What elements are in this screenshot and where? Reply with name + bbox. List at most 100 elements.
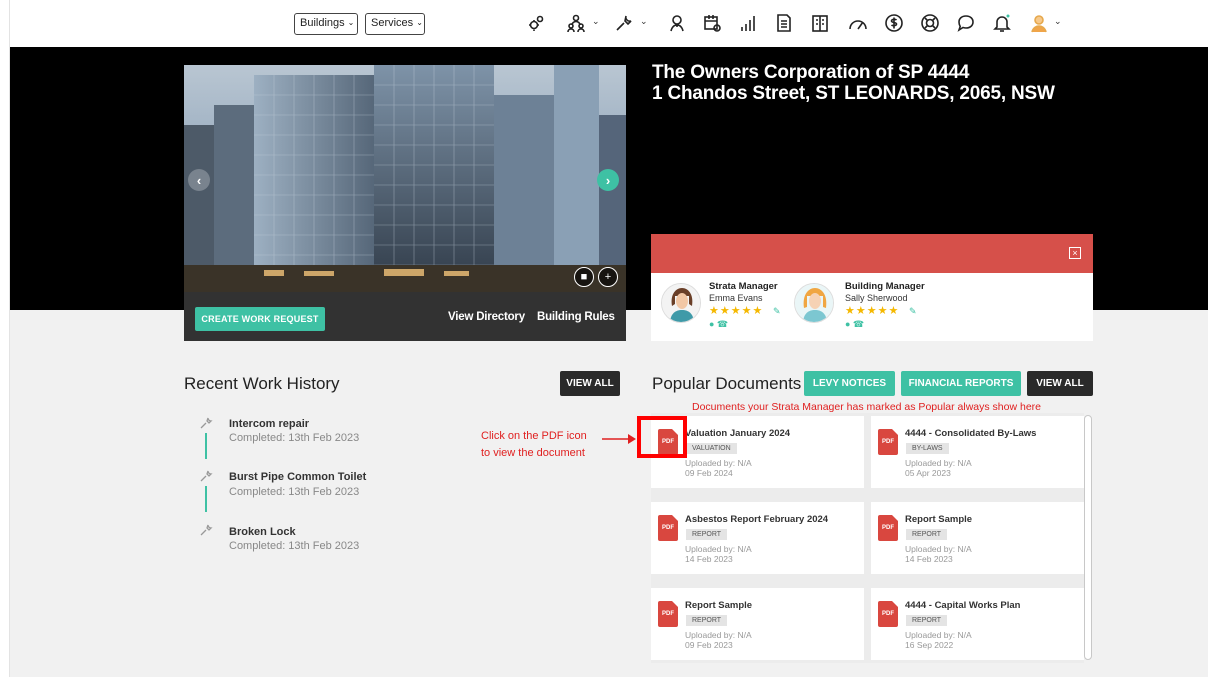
work-item-status: Completed: 13th Feb 2023 bbox=[229, 432, 360, 444]
strata-manager-role: Strata Manager bbox=[709, 281, 778, 292]
pdf-icon[interactable]: PDF bbox=[878, 601, 898, 627]
building-manager-role: Building Manager bbox=[845, 281, 925, 292]
document-card[interactable]: PDF Report Sample REPORT Uploaded by: N/… bbox=[871, 502, 1084, 574]
document-uploader: Uploaded by: N/A bbox=[685, 458, 752, 468]
building-contact-icons[interactable]: ● ☎ bbox=[845, 319, 864, 330]
building-rules-link[interactable]: Building Rules bbox=[537, 311, 615, 323]
managers-card: Strata Manager Emma Evans ★★★★★ ✎ ● ☎ Bu… bbox=[651, 273, 1093, 341]
document-uploader: Uploaded by: N/A bbox=[905, 630, 972, 640]
work-item-status: Completed: 13th Feb 2023 bbox=[229, 486, 360, 498]
gauge-icon[interactable] bbox=[846, 11, 870, 35]
pdf-icon[interactable]: PDF bbox=[658, 601, 678, 627]
document-uploader: Uploaded by: N/A bbox=[685, 630, 752, 640]
pdf-hint-line1: Click on the PDF icon bbox=[481, 430, 587, 442]
timeline-connector bbox=[205, 486, 207, 512]
bar-chart-icon[interactable] bbox=[736, 11, 760, 35]
pdf-highlight-box bbox=[637, 416, 687, 458]
page-title: The Owners Corporation of SP 4444 1 Chan… bbox=[652, 62, 1055, 104]
document-tag: REPORT bbox=[906, 615, 948, 626]
document-card[interactable]: PDF Asbestos Report February 2024 REPORT… bbox=[651, 502, 864, 574]
strata-manager-rating: ★★★★★ bbox=[709, 305, 764, 317]
document-title[interactable]: 4444 - Consolidated By-Laws bbox=[905, 428, 1036, 439]
services-dropdown[interactable]: Services ⌄ bbox=[365, 13, 425, 35]
building-address: 1 Chandos Street, ST LEONARDS, 2065, NSW bbox=[652, 83, 1055, 104]
photo-prev-icon[interactable]: ‹ bbox=[188, 169, 210, 191]
create-work-request-button[interactable]: CREATE WORK REQUEST bbox=[195, 307, 325, 331]
building-photo: ‹ › ■ + bbox=[184, 65, 626, 292]
pdf-icon[interactable]: PDF bbox=[658, 515, 678, 541]
wrench-caret-icon[interactable]: ⌄ bbox=[640, 16, 648, 27]
work-item-title[interactable]: Broken Lock bbox=[229, 526, 296, 538]
document-uploader: Uploaded by: N/A bbox=[905, 544, 972, 554]
person-pin-icon[interactable] bbox=[665, 11, 689, 35]
document-date: 09 Feb 2024 bbox=[685, 468, 733, 478]
close-icon[interactable]: × bbox=[1069, 247, 1081, 259]
document-title[interactable]: 4444 - Capital Works Plan bbox=[905, 600, 1020, 611]
owners-corporation-title: The Owners Corporation of SP 4444 bbox=[652, 62, 970, 83]
document-tag: REPORT bbox=[686, 529, 728, 540]
document-title[interactable]: Asbestos Report February 2024 bbox=[685, 514, 828, 525]
document-uploader: Uploaded by: N/A bbox=[685, 544, 752, 554]
popular-hint: Documents your Strata Manager has marked… bbox=[692, 401, 1042, 413]
wrench-icon bbox=[199, 416, 213, 430]
chat-icon[interactable] bbox=[954, 11, 978, 35]
people-icon[interactable] bbox=[564, 11, 588, 35]
wrench-icon bbox=[199, 469, 213, 483]
building-manager-avatar bbox=[794, 283, 834, 323]
annotation-arrow-icon bbox=[602, 434, 636, 444]
photo-next-icon[interactable]: › bbox=[597, 169, 619, 191]
strata-manager-avatar bbox=[661, 283, 701, 323]
recent-work-title: Recent Work History bbox=[184, 374, 340, 393]
popular-documents-title: Popular Documents bbox=[652, 374, 802, 393]
photo-add-icon[interactable]: + bbox=[598, 267, 618, 287]
document-tag: VALUATION bbox=[686, 443, 737, 454]
pdf-icon[interactable]: PDF bbox=[878, 515, 898, 541]
bell-icon[interactable] bbox=[990, 11, 1014, 35]
document-title[interactable]: Valuation January 2024 bbox=[685, 428, 790, 439]
building-manager-rating: ★★★★★ bbox=[845, 305, 900, 317]
strata-contact-icons[interactable]: ● ☎ bbox=[709, 319, 728, 330]
document-card[interactable]: PDF Report Sample REPORT Uploaded by: N/… bbox=[651, 588, 864, 660]
document-tag: BY-LAWS bbox=[906, 443, 949, 454]
document-tag: REPORT bbox=[906, 529, 948, 540]
document-title[interactable]: Report Sample bbox=[685, 600, 752, 611]
photo-delete-icon[interactable]: ■ bbox=[574, 267, 594, 287]
document-uploader: Uploaded by: N/A bbox=[905, 458, 972, 468]
lifebuoy-icon[interactable] bbox=[918, 11, 942, 35]
recent-work-view-all-button[interactable]: VIEW ALL bbox=[560, 371, 620, 396]
document-date: 05 Apr 2023 bbox=[905, 468, 951, 478]
document-icon[interactable] bbox=[772, 11, 796, 35]
wrench-icon[interactable] bbox=[612, 11, 636, 35]
document-date: 09 Feb 2023 bbox=[685, 640, 733, 650]
avatar-caret-icon[interactable]: ⌄ bbox=[1054, 16, 1062, 27]
document-title[interactable]: Report Sample bbox=[905, 514, 972, 525]
documents-view-all-button[interactable]: VIEW ALL bbox=[1027, 371, 1093, 396]
document-tag: REPORT bbox=[686, 615, 728, 626]
documents-list: PDF Valuation January 2024 VALUATION Upl… bbox=[651, 413, 1084, 663]
building-manager-name: Sally Sherwood bbox=[845, 293, 908, 303]
work-item-title[interactable]: Intercom repair bbox=[229, 418, 309, 430]
work-item-status: Completed: 13th Feb 2023 bbox=[229, 540, 360, 552]
pdf-icon[interactable]: PDF bbox=[878, 429, 898, 455]
levy-notices-button[interactable]: LEVY NOTICES bbox=[804, 371, 895, 396]
avatar-icon[interactable] bbox=[1027, 11, 1051, 35]
calendar-icon[interactable] bbox=[700, 11, 724, 35]
gears-icon[interactable] bbox=[524, 11, 548, 35]
buildings-dropdown[interactable]: Buildings ⌄ bbox=[294, 13, 358, 35]
building-icon[interactable] bbox=[808, 11, 832, 35]
people-caret-icon[interactable]: ⌄ bbox=[592, 16, 600, 27]
building-edit-icon[interactable]: ✎ bbox=[909, 306, 917, 317]
documents-scrollbar[interactable] bbox=[1084, 415, 1092, 660]
financial-reports-button[interactable]: FINANCIAL REPORTS bbox=[901, 371, 1021, 396]
dollar-icon[interactable] bbox=[882, 11, 906, 35]
pdf-hint-line2: to view the document bbox=[481, 447, 585, 459]
document-date: 14 Feb 2023 bbox=[905, 554, 953, 564]
timeline-connector bbox=[205, 433, 207, 459]
view-directory-link[interactable]: View Directory bbox=[448, 311, 525, 323]
strata-edit-icon[interactable]: ✎ bbox=[773, 306, 781, 317]
document-card[interactable]: PDF 4444 - Consolidated By-Laws BY-LAWS … bbox=[871, 416, 1084, 488]
strata-manager-name: Emma Evans bbox=[709, 293, 763, 303]
work-item-title[interactable]: Burst Pipe Common Toilet bbox=[229, 471, 366, 483]
document-date: 16 Sep 2022 bbox=[905, 640, 954, 650]
document-card[interactable]: PDF 4444 - Capital Works Plan REPORT Upl… bbox=[871, 588, 1084, 660]
